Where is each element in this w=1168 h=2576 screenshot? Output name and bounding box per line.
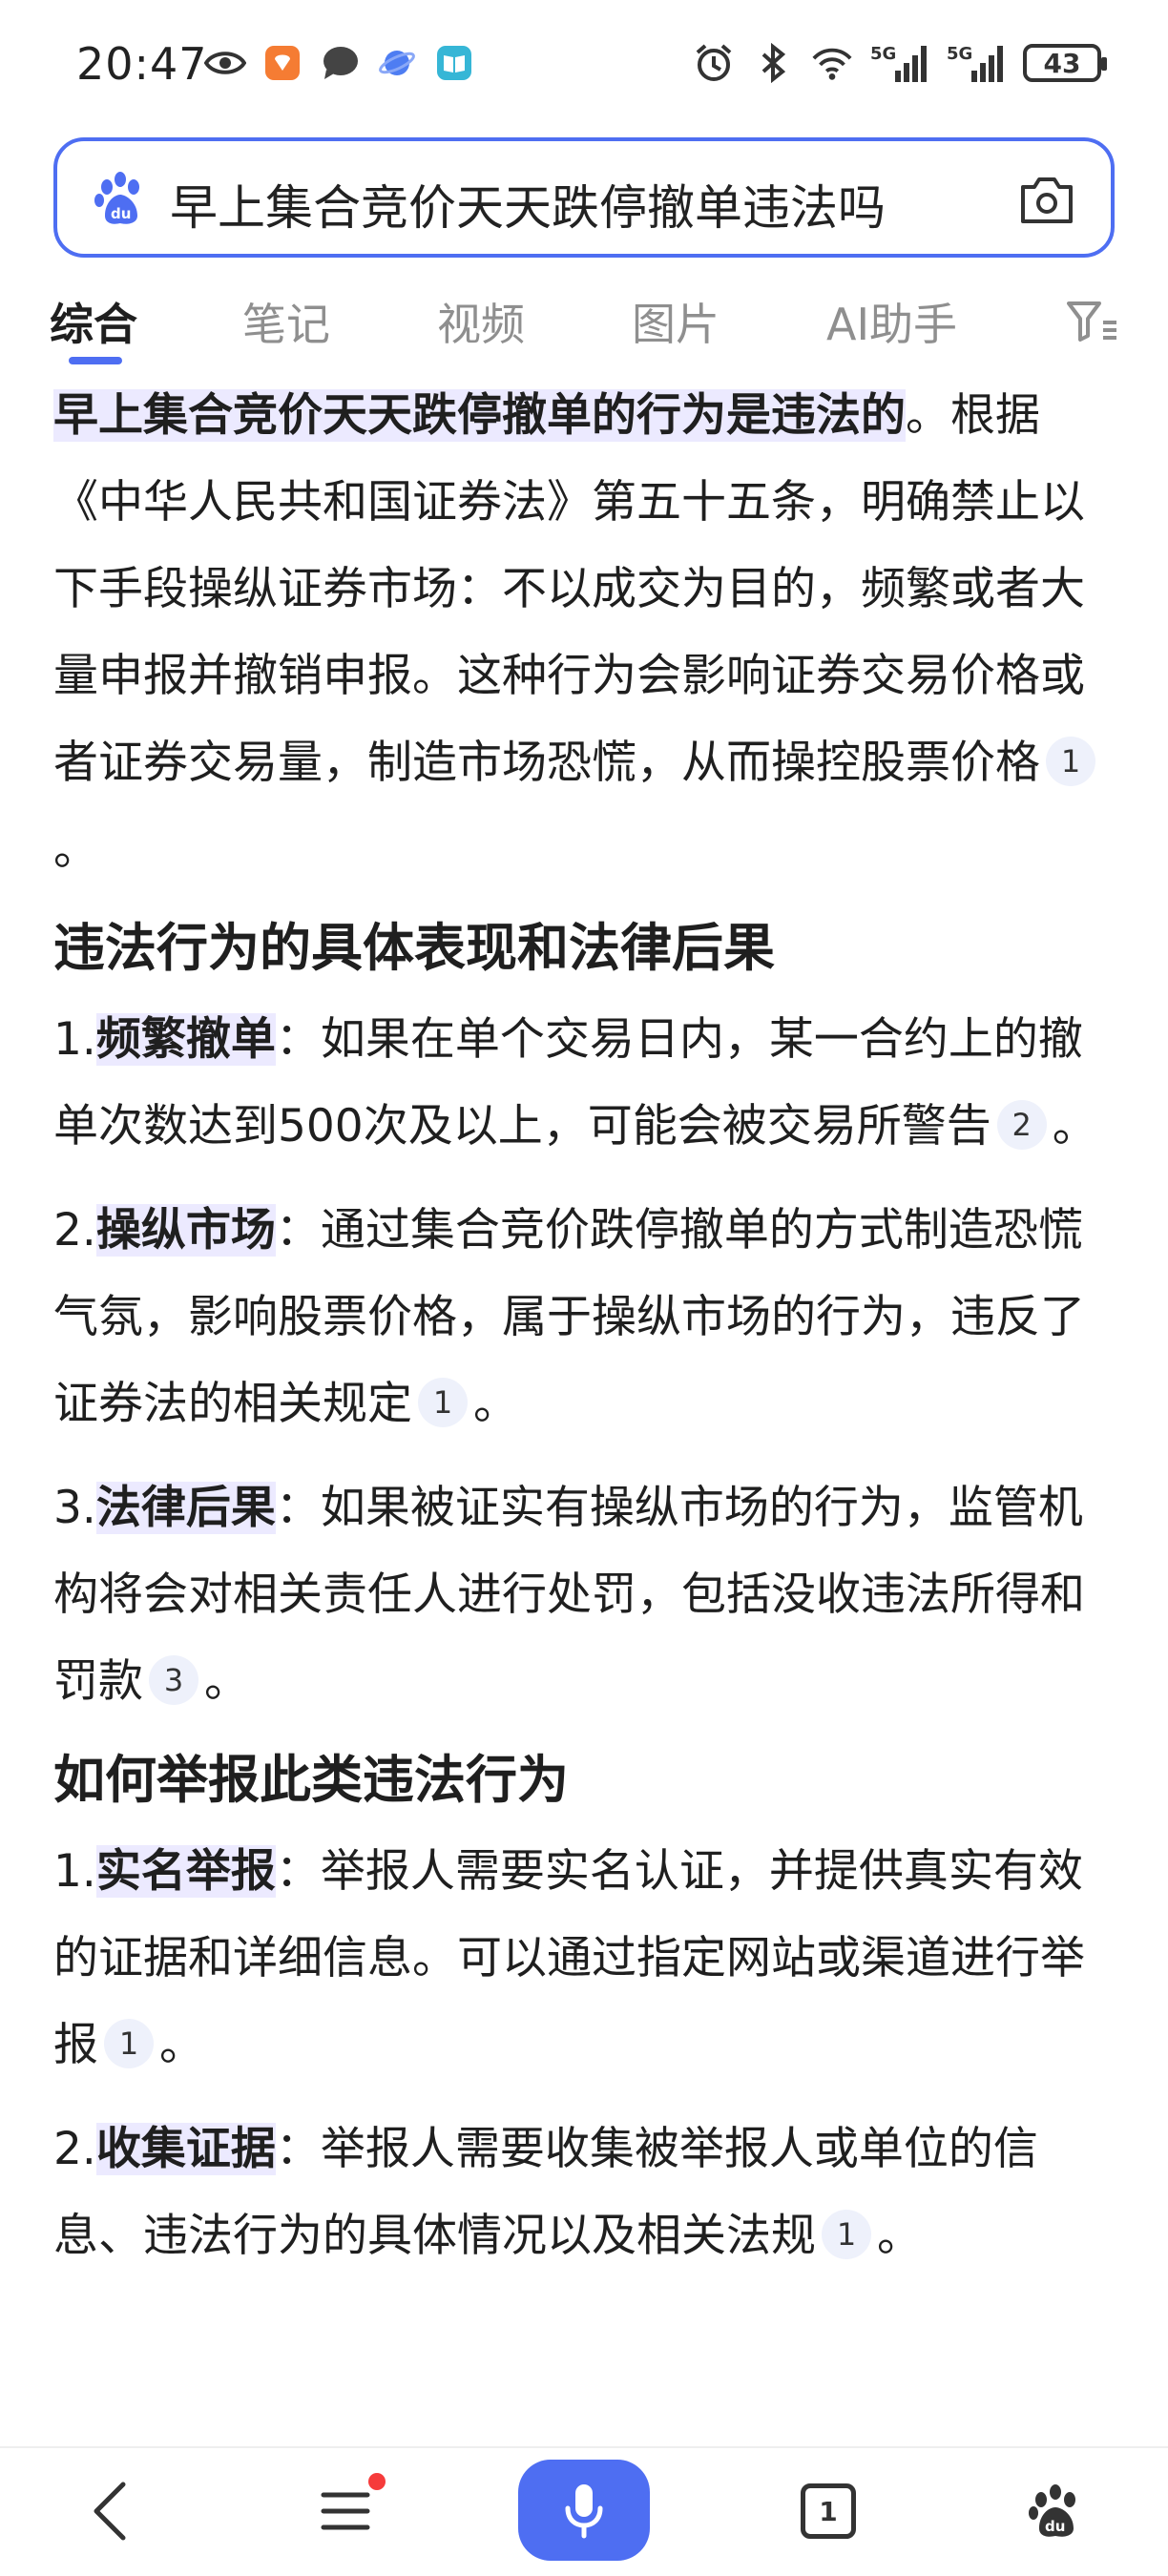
alarm-icon	[693, 42, 735, 84]
svg-text:du: du	[111, 205, 131, 222]
citation-badge[interactable]: 1	[104, 2019, 154, 2068]
microphone-icon	[565, 2484, 603, 2539]
status-bar: 20:47 5G 5G 43	[0, 0, 1168, 134]
status-time: 20:47	[76, 38, 208, 90]
answer-highlight: 早上集合竞价天天跌停撤单的行为是违法的	[53, 389, 906, 442]
status-right-icons: 5G 5G 43	[693, 42, 1107, 84]
section-heading-violations: 违法行为的具体表现和法律后果	[53, 918, 775, 978]
citation-badge[interactable]: 2	[996, 1100, 1047, 1150]
tab-ai-assistant[interactable]: AI助手	[826, 290, 957, 353]
period: 。	[1052, 1100, 1097, 1153]
list-item: 3.法律后果：如果被证实有操纵市场的行为，监管机构将会对相关责任人进行处罚，包括…	[53, 1465, 1115, 1725]
citation-badge[interactable]: 1	[822, 2210, 871, 2259]
period: 。	[473, 1378, 518, 1430]
book-icon	[433, 42, 475, 84]
search-input[interactable]: 早上集合竞价天天跌停撤单违法吗	[170, 170, 886, 239]
back-button[interactable]	[76, 2462, 143, 2561]
battery-indicator: 43	[1023, 44, 1107, 82]
period: 。	[877, 2210, 922, 2262]
notification-dot	[368, 2473, 386, 2490]
tabs-button[interactable]: 1	[792, 2462, 865, 2561]
signal-5g-icon: 5G	[870, 42, 929, 84]
list-term: 实名举报	[95, 1845, 276, 1898]
list-term: 收集证据	[95, 2123, 276, 2175]
menu-icon	[321, 2492, 370, 2530]
bottom-nav: 1 du	[0, 2446, 1168, 2576]
baidu-home-button[interactable]: du	[1023, 2462, 1090, 2561]
answer-intro-text: 。根据《中华人民共和国证券法》第五十五条，明确禁止以下手段操纵证券市场：不以成交…	[53, 389, 1085, 789]
tab-images[interactable]: 图片	[632, 290, 720, 353]
signal-5g-icon-2: 5G	[947, 42, 1006, 84]
citation-badge[interactable]: 1	[1046, 737, 1095, 786]
list-item: 2.操纵市场：通过集合竞价跌停撤单的方式制造恐慌气氛，影响股票价格，属于操纵市场…	[53, 1187, 1115, 1447]
list-item: 1.实名举报：举报人需要实名认证，并提供真实有效的证据和详细信息。可以通过指定网…	[53, 1828, 1115, 2088]
list-term: 频繁撤单	[95, 1013, 276, 1066]
list-number: 1.	[53, 1013, 96, 1066]
status-left-icons	[204, 42, 475, 84]
list-term: 操纵市场	[95, 1204, 276, 1257]
tab-videos[interactable]: 视频	[437, 290, 525, 353]
camera-icon[interactable]	[1017, 174, 1076, 227]
network-label: 5G	[870, 44, 896, 64]
planet-icon	[376, 42, 418, 84]
voice-input-button[interactable]	[518, 2460, 650, 2561]
period: 。	[159, 2019, 204, 2071]
back-chevron-icon	[94, 2482, 126, 2541]
answer-intro: 早上集合竞价天天跌停撤单的行为是违法的。根据《中华人民共和国证券法》第五十五条，…	[53, 372, 1115, 893]
filter-icon[interactable]	[1067, 298, 1118, 343]
svg-text:du: du	[1045, 2518, 1065, 2535]
list-item: 1.频繁撤单：如果在单个交易日内，某一合约上的撤单次数达到500次及以上，可能会…	[53, 996, 1115, 1170]
search-tabs: 综合 笔记 视频 图片 AI助手	[0, 277, 1168, 372]
baidu-paw-icon: du	[1029, 2484, 1075, 2537]
eye-icon	[204, 42, 246, 84]
chat-bubble-icon	[319, 42, 361, 84]
list-number: 1.	[53, 1845, 96, 1898]
list-term: 法律后果	[95, 1482, 276, 1534]
tab-comprehensive[interactable]: 综合	[50, 290, 137, 353]
wifi-icon	[811, 42, 853, 84]
list-number: 2.	[53, 2123, 96, 2175]
bluetooth-icon	[752, 42, 794, 84]
list-item: 2.收集证据：举报人需要收集被举报人或单位的信息、违法行为的具体情况以及相关法规…	[53, 2106, 1115, 2279]
baidu-paw-icon: du	[90, 168, 151, 229]
citation-badge[interactable]: 3	[149, 1655, 198, 1705]
tab-notes[interactable]: 笔记	[242, 290, 330, 353]
app-shield-icon	[261, 42, 303, 84]
period: 。	[204, 1655, 249, 1708]
ai-answer-content: 早上集合竞价天天跌停撤单的行为是违法的。根据《中华人民共和国证券法》第五十五条，…	[53, 372, 1115, 2296]
tab-count-box: 1	[801, 2483, 856, 2539]
active-tab-indicator	[69, 357, 122, 364]
period: 。	[53, 823, 98, 876]
list-number: 3.	[53, 1482, 96, 1534]
network-label-2: 5G	[947, 44, 972, 64]
list-number: 2.	[53, 1204, 96, 1257]
citation-badge[interactable]: 1	[418, 1378, 468, 1427]
menu-button[interactable]	[305, 2462, 391, 2561]
search-box[interactable]: du 早上集合竞价天天跌停撤单违法吗	[53, 137, 1115, 258]
section-heading-report: 如何举报此类违法行为	[53, 1750, 569, 1810]
